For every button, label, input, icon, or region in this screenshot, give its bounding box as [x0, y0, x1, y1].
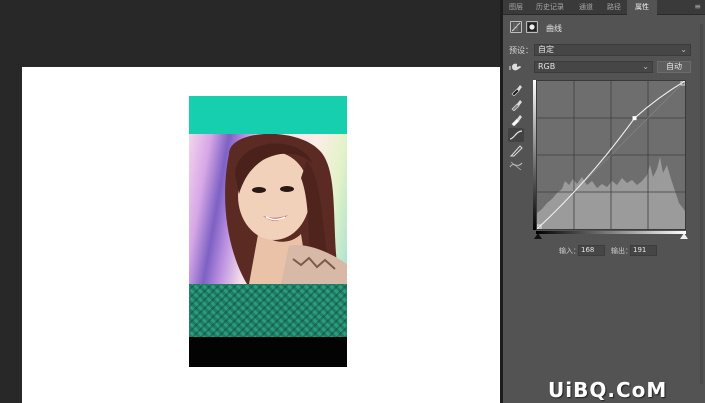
curves-graph-svg[interactable] [537, 81, 685, 229]
tab-properties[interactable]: 属性 [627, 0, 657, 15]
input-field[interactable]: 168 [578, 245, 605, 256]
smooth-icon[interactable] [508, 158, 524, 172]
preset-value: 自定 [538, 45, 554, 54]
poster-image[interactable] [189, 96, 347, 367]
channel-value: RGB [538, 62, 556, 71]
curves-graph[interactable] [536, 80, 686, 230]
curve-point-selected [632, 116, 637, 121]
adjustment-title: 曲线 [546, 24, 562, 33]
eyedropper-gray-icon[interactable] [508, 97, 524, 112]
properties-panel: 图层 历史记录 通道 路径 属性 ≡ 曲线 预设： 自定 ⌄ RGB ⌄ 自动 [503, 0, 705, 403]
green-pattern-band [189, 284, 347, 337]
adjustment-header: 曲线 [503, 15, 705, 39]
panel-tab-bar: 图层 历史记录 通道 路径 属性 ≡ [503, 0, 705, 15]
preset-row: 预设： 自定 ⌄ [503, 43, 705, 57]
chevron-down-icon: ⌄ [680, 45, 687, 54]
input-output-row: 输入： 168 输出： 191 [503, 245, 705, 257]
input-gradient-bar [536, 231, 686, 234]
tab-layers[interactable]: 图层 [503, 0, 529, 15]
chevron-down-icon: ⌄ [642, 62, 649, 71]
auto-button[interactable]: 自动 [657, 61, 691, 73]
curve-point-icon[interactable] [508, 128, 524, 142]
pencil-icon[interactable] [508, 143, 524, 157]
black-footer-band [189, 337, 347, 367]
portrait-illustration [225, 133, 347, 284]
eyedropper-black-icon[interactable] [508, 82, 524, 97]
teal-header-band [189, 96, 347, 134]
on-image-adjust-icon[interactable] [509, 61, 523, 73]
tab-paths[interactable]: 路径 [601, 0, 627, 15]
preset-select[interactable]: 自定 ⌄ [534, 44, 691, 56]
portrait-photo [189, 133, 347, 284]
tab-channels[interactable]: 通道 [571, 0, 601, 15]
panel-menu-icon[interactable]: ≡ [694, 3, 701, 11]
output-field[interactable]: 191 [630, 245, 657, 256]
black-point-slider[interactable] [534, 233, 542, 239]
output-label: 输出： [611, 247, 632, 255]
curves-toolbox [508, 82, 524, 172]
canvas-workspace[interactable] [0, 0, 500, 403]
channel-row: RGB ⌄ 自动 [503, 60, 705, 74]
tab-history[interactable]: 历史记录 [529, 0, 571, 15]
channel-select[interactable]: RGB ⌄ [534, 61, 653, 73]
input-label: 输入： [559, 247, 580, 255]
preset-label: 预设： [509, 46, 533, 55]
panel-scrollbar[interactable] [700, 24, 703, 384]
layer-mask-icon[interactable] [526, 21, 538, 33]
eyedropper-white-icon[interactable] [508, 112, 524, 127]
curves-adjustment-icon[interactable] [510, 21, 522, 33]
watermark-logo: UiBQ.CoM [548, 378, 668, 402]
white-point-slider[interactable] [680, 233, 688, 239]
